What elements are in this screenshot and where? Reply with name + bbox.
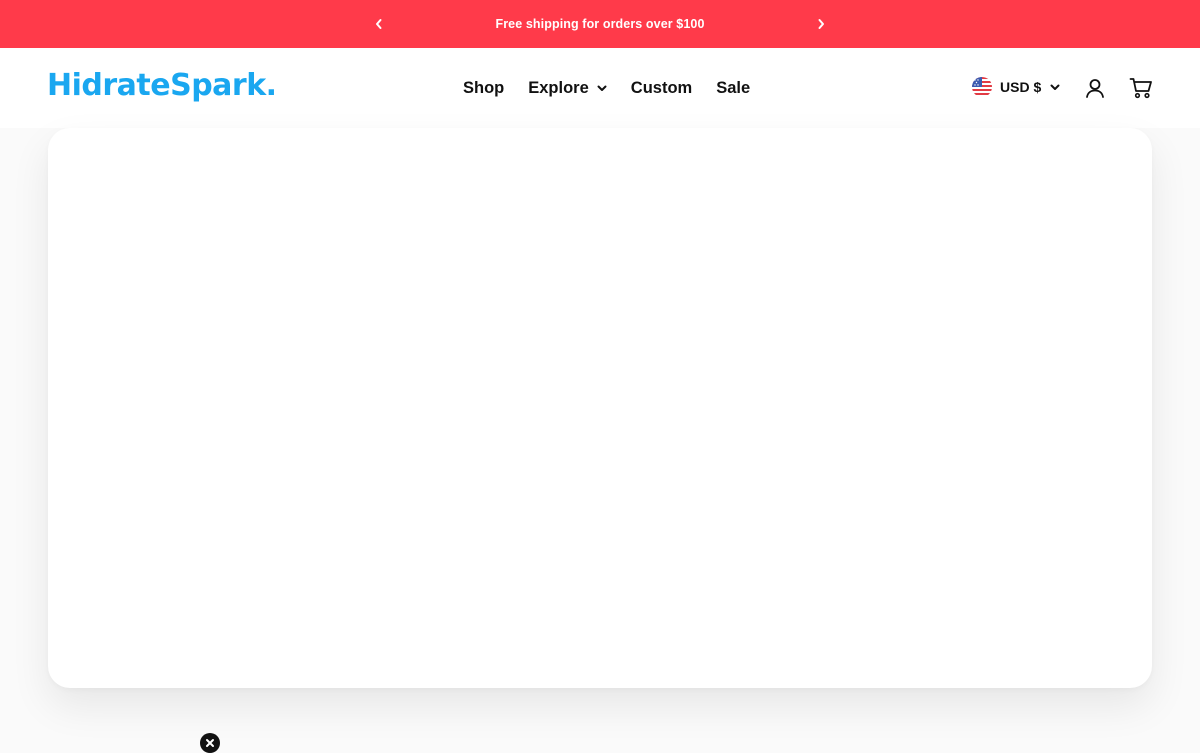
cart-icon <box>1129 78 1152 99</box>
site-header: HidrateSpark. Shop Explore Custom Sale U… <box>0 48 1200 128</box>
account-button[interactable] <box>1083 76 1107 100</box>
nav-item-custom[interactable]: Custom <box>631 79 692 98</box>
chevron-down-icon <box>1050 84 1060 91</box>
announcement-bar: Free shipping for orders over $100 <box>0 0 1200 48</box>
close-icon <box>206 739 214 747</box>
logo-dot: . <box>265 68 277 103</box>
nav-item-label: Explore <box>528 78 589 97</box>
nav-item-explore[interactable]: Explore <box>528 79 607 98</box>
us-flag-icon <box>972 77 992 97</box>
hero-banner <box>48 128 1152 688</box>
main-nav: Shop Explore Custom Sale <box>463 76 750 100</box>
logo-text: HidrateSpark <box>47 68 266 103</box>
chevron-left-icon <box>376 19 382 29</box>
nav-item-label: Sale <box>716 78 751 97</box>
announcement-next-button[interactable] <box>811 14 831 34</box>
announcement-text: Free shipping for orders over $100 <box>495 17 705 31</box>
nav-item-shop[interactable]: Shop <box>463 79 504 98</box>
nav-item-sale[interactable]: Sale <box>716 79 750 98</box>
currency-label: USD $ <box>1000 79 1042 95</box>
currency-selector[interactable]: USD $ <box>972 77 1060 97</box>
user-icon <box>1086 79 1104 98</box>
chevron-right-icon <box>818 19 824 29</box>
nav-item-label: Shop <box>463 78 505 97</box>
popup-close-button[interactable] <box>200 733 220 753</box>
nav-item-label: Custom <box>630 78 693 97</box>
chevron-down-icon <box>597 85 607 92</box>
cart-button[interactable] <box>1129 76 1153 100</box>
site-logo[interactable]: HidrateSpark. <box>47 66 277 106</box>
announcement-prev-button[interactable] <box>369 14 389 34</box>
